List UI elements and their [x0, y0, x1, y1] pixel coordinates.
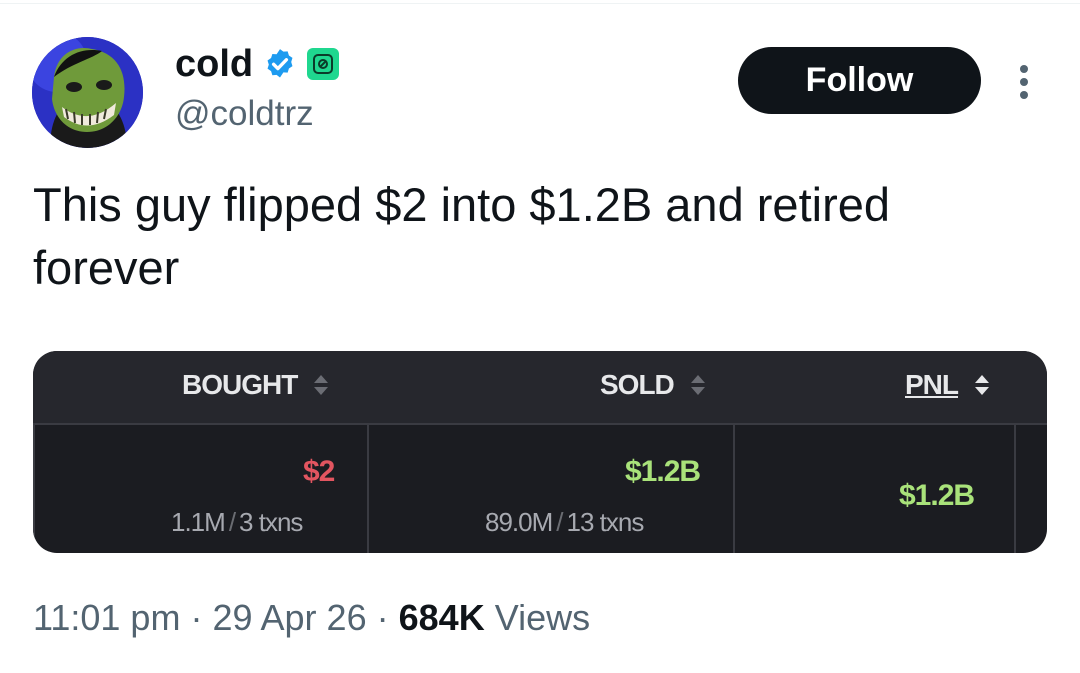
top-divider [0, 3, 1080, 4]
sold-txns: 13 txns [566, 507, 645, 537]
tweet-media-image[interactable]: BOUGHT SOLD PNL $2 1.1M/3 txns $1.2B 89.… [33, 351, 1047, 553]
tweet-text: This guy flipped $2 into $1.2B and retir… [33, 178, 890, 294]
column-header-pnl: PNL [905, 365, 992, 405]
bought-amount: 1.1M [171, 507, 226, 537]
pnl-value: $1.2B [899, 479, 975, 512]
tweet-time[interactable]: 11:01 pm [33, 597, 180, 638]
sold-value: $1.2B [625, 455, 701, 488]
tweet-date[interactable]: 29 Apr 26 [212, 597, 366, 638]
follow-button[interactable]: Follow [738, 47, 981, 114]
sort-icon [975, 375, 989, 395]
verified-badge-icon [267, 49, 293, 78]
column-header-label: BOUGHT [182, 369, 298, 400]
column-header-sold: SOLD [600, 365, 708, 405]
meta-separator: · [376, 597, 389, 638]
avatar-image [32, 37, 143, 148]
display-name[interactable]: cold [175, 42, 253, 86]
column-divider [1014, 423, 1016, 553]
views-count[interactable]: 684K [399, 597, 485, 638]
column-divider [33, 423, 35, 553]
more-options-icon[interactable] [1014, 64, 1034, 100]
column-header-label: PNL [905, 369, 959, 400]
affiliate-badge-icon [307, 48, 340, 80]
tweet-metadata: 11:01 pm · 29 Apr 26 · 684K Views [33, 596, 590, 640]
column-header-label: SOLD [600, 369, 675, 400]
header-divider [33, 423, 1047, 425]
meta-separator: · [190, 597, 203, 638]
bought-txns: 3 txns [239, 507, 303, 537]
sort-icon [314, 375, 329, 395]
column-header-bought: BOUGHT [182, 365, 331, 405]
views-label: Views [494, 597, 591, 638]
bought-value: $2 [303, 455, 335, 488]
column-divider [367, 423, 369, 553]
sort-icon [690, 375, 705, 395]
sold-amount: 89.0M [485, 507, 553, 537]
bought-detail: 1.1M/3 txns [171, 507, 303, 537]
name-row: cold [175, 42, 340, 86]
sold-detail: 89.0M/13 txns [485, 507, 645, 537]
user-handle[interactable]: @coldtrz [175, 94, 314, 134]
avatar[interactable] [32, 37, 143, 148]
column-divider [733, 423, 735, 553]
